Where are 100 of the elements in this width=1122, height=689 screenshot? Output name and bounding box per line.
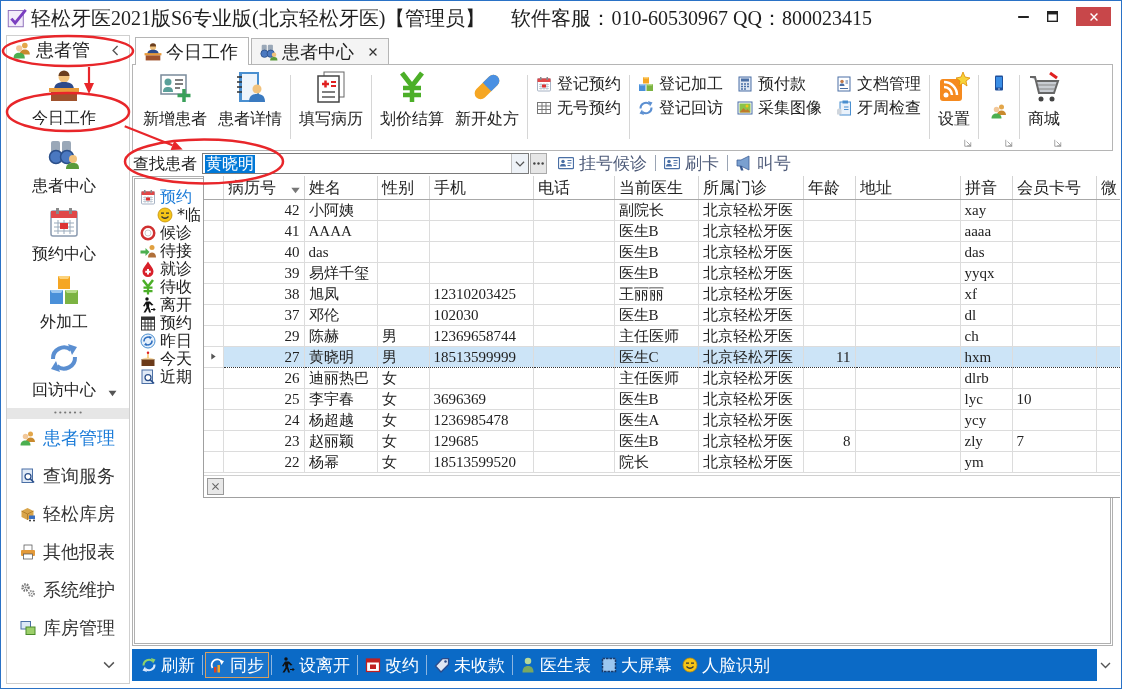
nav-item[interactable]: 患者管理 [20, 419, 115, 457]
browse-button[interactable] [530, 153, 547, 174]
tree-item[interactable]: 近期 [140, 368, 192, 386]
column-header[interactable]: 手机 [429, 176, 533, 199]
search-field[interactable]: 黄晓明 [202, 153, 529, 174]
ribbon-button[interactable]: 登记加工 [636, 72, 725, 96]
tree-item[interactable]: 预约 [140, 314, 192, 332]
toolbar-button[interactable]: 大屏幕 [596, 652, 677, 678]
ribbon-button[interactable]: 文档管理 [834, 72, 923, 96]
toolbar-button[interactable]: 同步 [205, 652, 269, 678]
cycle-icon [140, 333, 156, 349]
table-row[interactable]: 22 杨幂 女 18513599520 院长 北京轻松牙医 ym [204, 451, 1120, 472]
column-header[interactable]: 年龄 [803, 176, 855, 199]
table-row[interactable]: 29 陈赫 男 12369658744 主任医师 北京轻松牙医 ch [204, 325, 1120, 346]
close-button[interactable] [207, 478, 224, 495]
table-row[interactable]: 41 AAAA 医生B 北京轻松牙医 aaaa [204, 220, 1120, 241]
ribbon-button[interactable]: 牙周检查 [834, 96, 923, 120]
toolbar-button[interactable]: 叫号 [733, 153, 794, 174]
ribbon-button[interactable]: 商城 [1026, 69, 1062, 129]
ribbon-button[interactable]: 填写病历 [297, 69, 365, 129]
tab[interactable]: 今日工作 [135, 37, 249, 65]
table-row[interactable]: 42 小阿姨 副院长 北京轻松牙医 xay [204, 199, 1120, 220]
table-cell: dl [960, 304, 1012, 325]
maximize-icon[interactable] [1047, 11, 1058, 22]
ellipsis-icon [533, 162, 544, 165]
table-row[interactable]: 27 黄晓明 男 18513599999 医生C 北京轻松牙医 11 hxm [204, 346, 1120, 367]
profile-document-icon [836, 76, 852, 92]
sidebar-shortcut[interactable]: 今日工作 [32, 64, 96, 132]
grip-icon [54, 411, 82, 414]
table-cell: 北京轻松牙医 [698, 304, 803, 325]
ribbon-button[interactable]: 登记预约 [534, 72, 623, 96]
minimize-icon[interactable] [1018, 15, 1029, 18]
sidebar-shortcut[interactable]: 患者中心 [32, 132, 96, 200]
calendar-icon [536, 76, 552, 92]
chevron-down-icon[interactable] [103, 659, 115, 671]
tab[interactable]: 患者中心 [251, 38, 389, 64]
ribbon-button[interactable]: 新增患者 [141, 69, 209, 129]
column-header[interactable]: 拼音 [960, 176, 1012, 199]
toolbar-button[interactable]: 人脸识别 [677, 652, 775, 678]
tree-item[interactable]: 预约 [140, 188, 192, 206]
caret-down-icon[interactable] [108, 389, 117, 398]
sidebar-shortcut[interactable]: 外加工 [40, 268, 88, 336]
toolbar-button[interactable]: 刷新 [136, 652, 200, 678]
ribbon-button[interactable]: 登记回访 [636, 96, 725, 120]
table-row[interactable]: 40 das 医生B 北京轻松牙医 das [204, 241, 1120, 262]
nav-item[interactable]: 查询服务 [20, 457, 115, 495]
calendar-grid-icon [140, 315, 156, 331]
dropdown-button[interactable] [511, 154, 528, 173]
toolbar-button[interactable]: 设离开 [274, 652, 355, 678]
table-row[interactable]: 24 杨超越 女 1236985478 医生A 北京轻松牙医 ycy [204, 409, 1120, 430]
column-header[interactable]: 当前医生 [614, 176, 698, 199]
nav-item[interactable]: 轻松库房 [20, 495, 115, 533]
tree-item[interactable]: 昨日 [140, 332, 192, 350]
table-row[interactable]: 39 易烊千玺 医生B 北京轻松牙医 yyqx [204, 262, 1120, 283]
ribbon-button[interactable]: 新开处方 [453, 69, 521, 129]
table-row[interactable]: 23 赵丽颖 女 129685 医生B 北京轻松牙医 8 zly 7 [204, 430, 1120, 451]
tree-item[interactable]: 今天 [140, 350, 192, 368]
sidebar-shortcut[interactable]: 预约中心 [32, 200, 96, 268]
nav-item[interactable]: 库房管理 [20, 609, 115, 647]
tree-item[interactable]: 就诊 [140, 260, 192, 278]
toolbar-button[interactable]: 刷卡 [661, 153, 722, 174]
ribbon-button[interactable]: 预付款 [735, 72, 824, 96]
column-header[interactable]: 性别 [377, 176, 429, 199]
chevron-left-icon[interactable] [110, 44, 121, 56]
toolbar-button[interactable]: 改约 [360, 652, 424, 678]
table-cell: 37 [223, 304, 304, 325]
nav-item[interactable]: 其他报表 [20, 533, 115, 571]
table-row[interactable]: 38 旭凤 12310203425 王丽丽 北京轻松牙医 xf [204, 283, 1120, 304]
ribbon-button[interactable]: 设置 [936, 69, 972, 129]
close-button[interactable] [1076, 7, 1111, 26]
table-row[interactable]: 25 李宇春 女 3696369 医生B 北京轻松牙医 lyc 10 [204, 388, 1120, 409]
toolbar-button[interactable]: 挂号候诊 [555, 153, 650, 174]
column-header[interactable]: 会员卡号 [1012, 176, 1096, 199]
column-header[interactable]: 电话 [533, 176, 614, 199]
table-cell: 北京轻松牙医 [698, 283, 803, 304]
ribbon-button[interactable]: 患者详情 [216, 69, 284, 129]
close-icon[interactable] [368, 46, 378, 57]
ribbon-button[interactable]: 无号预约 [534, 96, 623, 120]
tree-item[interactable]: 待收 [140, 278, 192, 296]
tree-item[interactable]: 离开 [140, 296, 192, 314]
column-header[interactable]: 微 [1096, 176, 1120, 199]
windows-icon [20, 620, 36, 636]
tree-item[interactable]: 待接 [140, 242, 192, 260]
tree-item[interactable]: 候诊 [140, 224, 192, 242]
column-header[interactable]: 地址 [855, 176, 960, 199]
box-cart-icon [20, 506, 36, 522]
tree-item[interactable]: *临 [157, 206, 201, 224]
sidebar-shortcut[interactable]: 回访中心 [32, 336, 96, 404]
table-row[interactable]: 26 迪丽热巴 女 主任医师 北京轻松牙医 dlrb [204, 367, 1120, 388]
ribbon-button[interactable]: 采集图像 [735, 96, 824, 120]
nav-item[interactable]: 系统维护 [20, 571, 115, 609]
column-header[interactable]: 姓名 [304, 176, 377, 199]
toolbar-button[interactable]: 未收款 [429, 652, 510, 678]
table-row[interactable]: 37 邓伦 102030 医生B 北京轻松牙医 dl [204, 304, 1120, 325]
toolbar-button[interactable]: 医生表 [515, 652, 596, 678]
ribbon-button[interactable]: 划价结算 [378, 69, 446, 129]
column-header[interactable]: 所属门诊 [698, 176, 803, 199]
people-icon[interactable] [991, 103, 1007, 119]
table-cell: 李宇春 [304, 388, 377, 409]
sync-icon [210, 657, 226, 673]
